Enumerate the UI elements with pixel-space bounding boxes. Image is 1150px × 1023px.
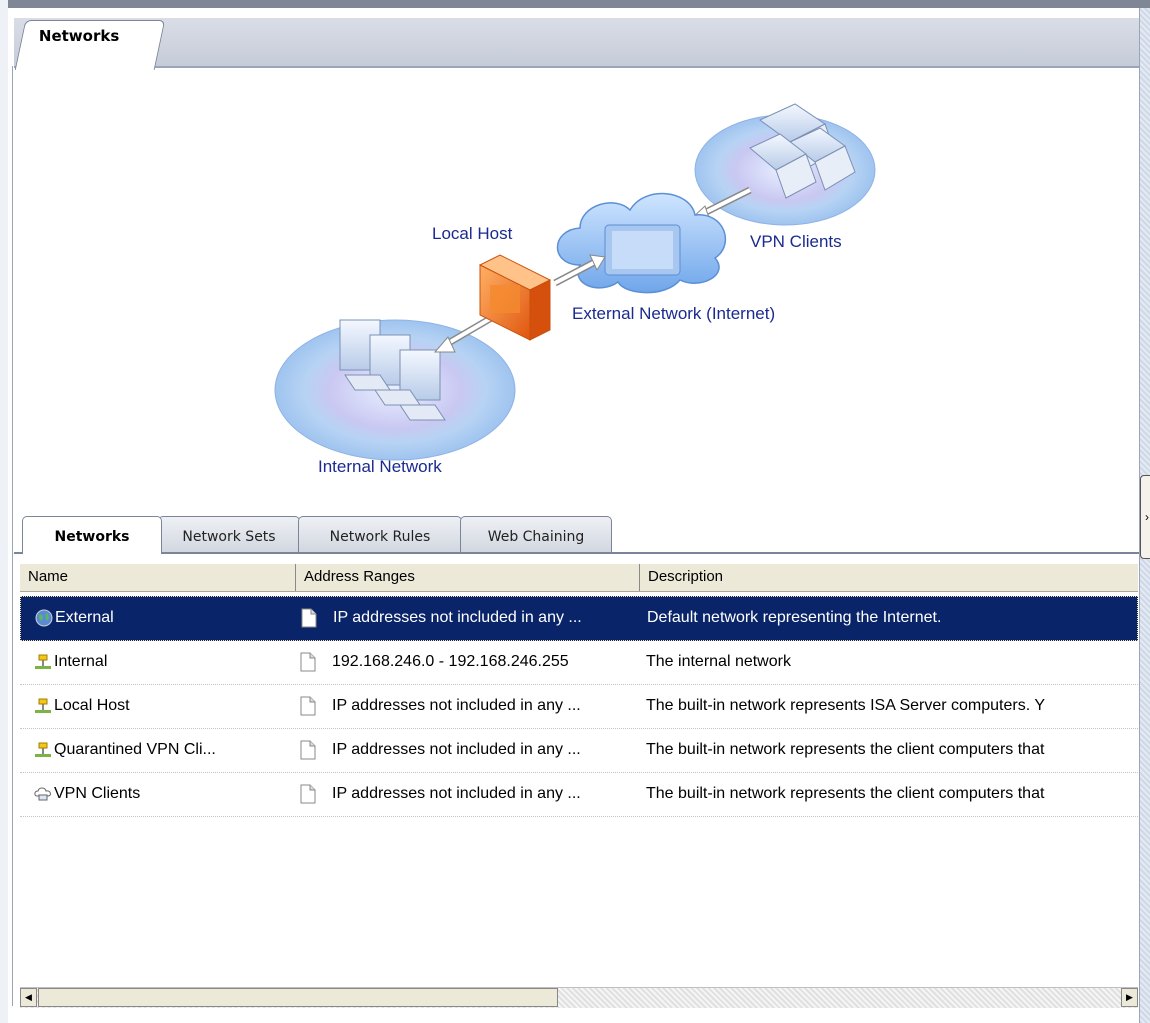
arrow-left-icon: ◀ xyxy=(25,992,32,1002)
local-host-label: Local Host xyxy=(432,224,513,243)
internal-network-disc xyxy=(274,319,516,461)
document-icon xyxy=(300,740,316,760)
horizontal-scrollbar[interactable]: ◀ ▶ xyxy=(20,987,1138,1008)
tab-networks-top-label: Networks xyxy=(38,27,120,45)
external-network-label: External Network (Internet) xyxy=(572,304,776,323)
task-pane-toggle[interactable]: › xyxy=(1140,475,1150,559)
row-name: External xyxy=(55,609,114,626)
table-row[interactable]: VPN Clients IP addresses not included in… xyxy=(20,773,1138,817)
table-row[interactable]: Local Host IP addresses not included in … xyxy=(20,685,1138,729)
row-address: IP addresses not included in any ... xyxy=(332,697,581,714)
window-top-border xyxy=(0,0,1150,8)
table-row[interactable]: External IP addresses not included in an… xyxy=(20,596,1138,641)
row-description: The internal network xyxy=(646,653,791,670)
row-description: The built-in network represents the clie… xyxy=(646,741,1045,758)
vpn-clients-icon xyxy=(34,787,51,801)
row-description: The built-in network represents ISA Serv… xyxy=(646,697,1045,714)
arrow-right-icon: ▶ xyxy=(1126,992,1133,1002)
window-left-border xyxy=(0,0,8,1023)
internet-cloud-icon xyxy=(556,193,726,294)
networks-list: External IP addresses not included in an… xyxy=(20,596,1138,817)
tab-networks-top[interactable]: Networks xyxy=(14,20,166,70)
document-icon xyxy=(300,784,316,804)
internal-network-label: Internal Network xyxy=(318,457,442,476)
row-address: 192.168.246.0 - 192.168.246.255 xyxy=(332,653,569,670)
scroll-thumb[interactable] xyxy=(38,988,558,1007)
network-icon xyxy=(35,742,51,757)
scroll-left-button[interactable]: ◀ xyxy=(20,988,37,1007)
row-description: Default network representing the Interne… xyxy=(647,609,942,626)
column-header-address-ranges[interactable]: Address Ranges xyxy=(296,564,640,591)
row-name: Internal xyxy=(54,653,108,670)
column-header-description[interactable]: Description xyxy=(640,564,1138,591)
top-tab-strip xyxy=(14,18,1139,68)
document-icon xyxy=(300,696,316,716)
row-address: IP addresses not included in any ... xyxy=(332,785,581,802)
network-diagram-svg xyxy=(274,103,876,461)
row-name: Quarantined VPN Cli... xyxy=(54,741,216,758)
network-icon xyxy=(35,698,51,713)
document-icon xyxy=(300,652,316,672)
networks-tabbar: Networks Network Sets Network Rules Web … xyxy=(14,516,1139,554)
globe-icon xyxy=(35,609,53,627)
row-name: VPN Clients xyxy=(54,785,141,802)
table-row[interactable]: Quarantined VPN Cli... IP addresses not … xyxy=(20,729,1138,773)
scroll-right-button[interactable]: ▶ xyxy=(1121,988,1138,1007)
row-address: IP addresses not included in any ... xyxy=(333,609,582,626)
list-header: Name Address Ranges Description xyxy=(20,563,1138,592)
tab-network-rules[interactable]: Network Rules xyxy=(298,516,462,552)
row-address: IP addresses not included in any ... xyxy=(332,741,581,758)
tab-web-chaining[interactable]: Web Chaining xyxy=(460,516,612,552)
tab-network-sets[interactable]: Network Sets xyxy=(158,516,300,552)
row-name: Local Host xyxy=(54,697,130,714)
tab-networks[interactable]: Networks xyxy=(22,516,162,554)
network-icon xyxy=(35,654,51,669)
row-description: The built-in network represents the clie… xyxy=(646,785,1045,802)
chevron-right-icon: › xyxy=(1145,510,1149,524)
network-diagram: Local Host VPN Clients External Network … xyxy=(250,90,910,490)
column-header-name[interactable]: Name xyxy=(20,564,296,591)
document-icon xyxy=(301,608,317,628)
firewall-icon xyxy=(478,254,552,341)
vpn-clients-label: VPN Clients xyxy=(750,232,842,251)
table-row[interactable]: Internal 192.168.246.0 - 192.168.246.255… xyxy=(20,641,1138,685)
